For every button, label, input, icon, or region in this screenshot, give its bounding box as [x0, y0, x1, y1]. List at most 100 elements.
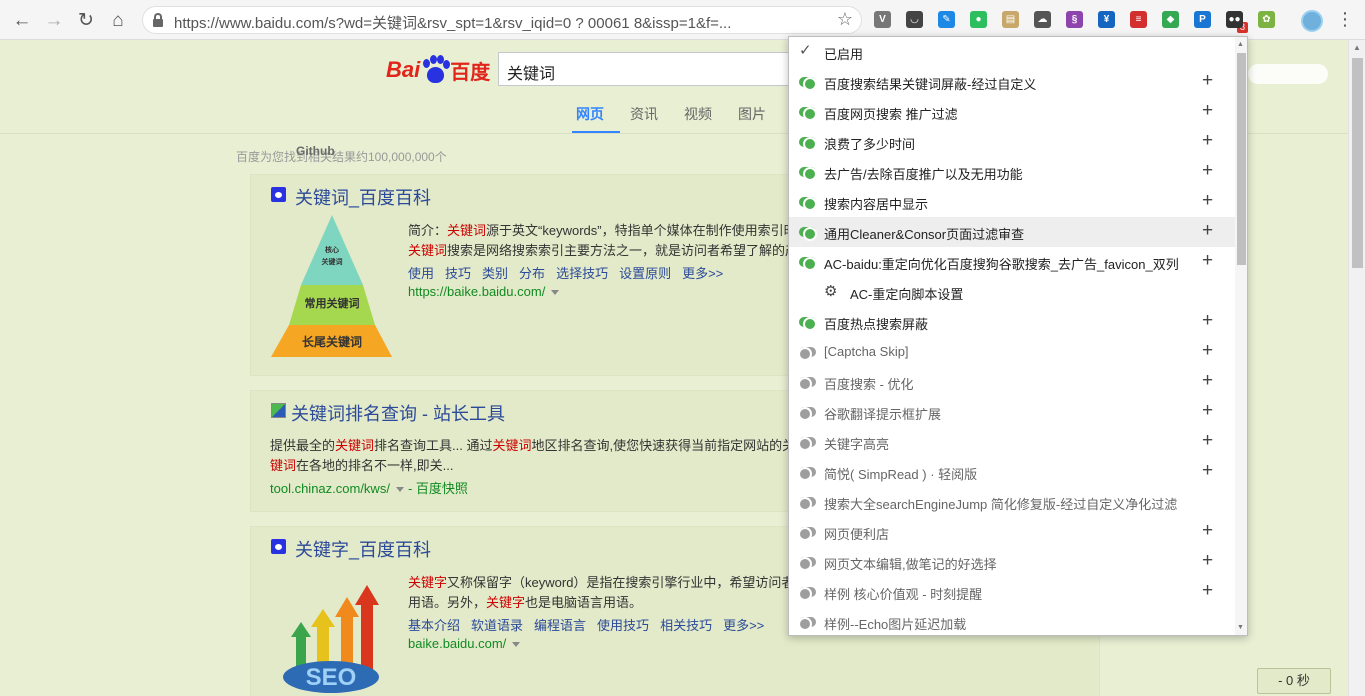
plus-icon[interactable]: + [1202, 520, 1213, 542]
menu-script-item[interactable]: 样例 核心价值观 - 时刻提醒 + [789, 577, 1235, 607]
sub-link[interactable]: 使用技巧 [597, 618, 649, 633]
toggle-off-icon[interactable] [798, 377, 816, 391]
page-scroll-thumb[interactable] [1352, 58, 1363, 268]
plus-icon[interactable]: + [1202, 460, 1213, 482]
snapshot-link[interactable]: - 百度快照 [408, 481, 468, 496]
toggle-on-icon[interactable] [799, 197, 817, 211]
forward-arrow-icon[interactable]: → [42, 8, 66, 32]
toggle-on-icon[interactable] [799, 167, 817, 181]
sub-link[interactable]: 软道语录 [471, 618, 523, 633]
menu-script-item[interactable]: [Captcha Skip] + [789, 337, 1235, 367]
puzzle-icon[interactable]: ✿ [1258, 11, 1275, 28]
sub-link[interactable]: 技巧 [445, 266, 471, 281]
plus-icon[interactable]: + [1202, 70, 1213, 92]
result-url[interactable]: https://baike.baidu.com/ [408, 284, 560, 299]
plus-icon[interactable]: + [1202, 250, 1213, 272]
plus-icon[interactable]: + [1202, 310, 1213, 332]
menu-script-item[interactable]: 谷歌翻译提示框扩展 + [789, 397, 1235, 427]
toggle-off-icon[interactable] [798, 497, 816, 511]
back-arrow-icon[interactable]: ← [10, 8, 34, 32]
menu-script-item[interactable]: 搜索大全searchEngineJump 简化修复版-经过自定义净化过滤 [789, 487, 1235, 517]
bookmark-star-icon[interactable]: ☆ [837, 9, 853, 30]
toggle-on-icon[interactable] [799, 317, 817, 331]
menu-script-item[interactable]: 去广告/去除百度推广以及无用功能 + [789, 157, 1235, 187]
reload-icon[interactable]: ↻ [74, 8, 98, 32]
toggle-off-icon[interactable] [798, 587, 816, 601]
plus-icon[interactable]: + [1202, 220, 1213, 242]
address-bar[interactable]: https://www.baidu.com/s?wd=关键词&rsv_spt=1… [142, 6, 862, 34]
toggle-off-icon[interactable] [798, 467, 816, 481]
scroll-down-arrow-icon[interactable]: ▼ [1237, 624, 1244, 631]
blue-search-icon[interactable]: P [1194, 11, 1211, 28]
scroll-up-arrow-icon[interactable]: ▲ [1353, 43, 1361, 52]
chevron-down-icon[interactable] [395, 487, 404, 493]
toggle-off-icon[interactable] [798, 437, 816, 451]
sub-link[interactable]: 类别 [482, 266, 508, 281]
plus-icon[interactable]: + [1202, 190, 1213, 212]
vue-icon[interactable]: ¥ [1098, 11, 1115, 28]
plus-icon[interactable]: + [1202, 400, 1213, 422]
sub-link[interactable]: 更多>> [723, 618, 764, 633]
toggle-on-icon[interactable] [799, 257, 817, 271]
menu-script-item[interactable]: 样例--Echo图片延迟加载 [789, 607, 1235, 635]
menu-script-item[interactable]: 百度搜索结果关键词屏蔽-经过自定义 + [789, 67, 1235, 97]
toggle-off-icon[interactable] [798, 617, 816, 631]
evernote-icon[interactable]: ● [970, 11, 987, 28]
menu-script-item[interactable]: AC-baidu:重定向优化百度搜狗谷歌搜索_去广告_favicon_双列 + [789, 247, 1235, 277]
plus-icon[interactable]: + [1202, 370, 1213, 392]
menu-script-item[interactable]: 网页便利店 + [789, 517, 1235, 547]
plus-icon[interactable]: + [1202, 430, 1213, 452]
toggle-off-icon[interactable] [798, 347, 816, 361]
menu-script-item[interactable]: 网页文本编辑,做笔记的好选择 + [789, 547, 1235, 577]
chevron-down-icon[interactable] [551, 290, 560, 296]
red-note-icon[interactable]: ≡ [1130, 11, 1147, 28]
plus-icon[interactable]: + [1202, 130, 1213, 152]
chevron-down-icon[interactable] [512, 642, 521, 648]
tampermonkey-icon[interactable]: ●● [1226, 11, 1243, 28]
plus-icon[interactable]: + [1202, 340, 1213, 362]
plus-icon[interactable]: + [1202, 160, 1213, 182]
result-title[interactable]: 关键字_百度百科 [295, 536, 431, 562]
sub-link[interactable]: 相关技巧 [660, 618, 712, 633]
edge-blue-icon[interactable]: ✎ [938, 11, 955, 28]
toggle-off-icon[interactable] [798, 527, 816, 541]
menu-sub-item[interactable]: ⚙ AC-重定向脚本设置 [789, 277, 1235, 307]
result-url[interactable]: baike.baidu.com/ [408, 636, 521, 651]
cookie-jar-icon[interactable]: ▤ [1002, 11, 1019, 28]
menu-script-item[interactable]: 浪费了多少时间 + [789, 127, 1235, 157]
toggle-off-icon[interactable] [798, 407, 816, 421]
menu-scroll-thumb[interactable] [1237, 53, 1246, 265]
cloud-icon[interactable]: ☁ [1034, 11, 1051, 28]
plus-icon[interactable]: + [1202, 580, 1213, 602]
profile-avatar-icon[interactable] [1301, 10, 1323, 32]
page-scrollbar[interactable]: ▲ [1348, 40, 1365, 696]
result-title[interactable]: 关键词排名查询 - 站长工具 [291, 400, 505, 426]
plus-icon[interactable]: + [1202, 550, 1213, 572]
sub-link[interactable]: 编程语言 [534, 618, 586, 633]
menu-script-item[interactable]: 通用Cleaner&Consor页面过滤审查 + [789, 217, 1235, 247]
pocket-icon[interactable]: ◡ [906, 11, 923, 28]
menu-script-item[interactable]: 关键字高亮 + [789, 427, 1235, 457]
toggle-on-icon[interactable] [799, 107, 817, 121]
scroll-up-arrow-icon[interactable]: ▲ [1237, 41, 1244, 48]
google-color-icon[interactable]: ◆ [1162, 11, 1179, 28]
menu-script-item[interactable]: 搜索内容居中显示 + [789, 187, 1235, 217]
toggle-off-icon[interactable] [798, 557, 816, 571]
plus-icon[interactable]: + [1202, 100, 1213, 122]
sub-link[interactable]: 使用 [408, 266, 434, 281]
result-url[interactable]: tool.chinaz.com/kws/- 百度快照 [270, 478, 468, 497]
tab-video[interactable]: 视频 [684, 104, 712, 124]
menu-script-item[interactable]: 百度热点搜索屏蔽 + [789, 307, 1235, 337]
result-title[interactable]: 关键词_百度百科 [295, 184, 431, 210]
sub-link[interactable]: 基本介绍 [408, 618, 460, 633]
sub-link[interactable]: 更多>> [682, 266, 723, 281]
menu-script-item[interactable]: 简悦( SimpRead ) · 轻阅版 + [789, 457, 1235, 487]
tab-web[interactable]: 网页 [576, 104, 604, 124]
toggle-on-icon[interactable] [799, 137, 817, 151]
tab-news[interactable]: 资讯 [630, 104, 658, 124]
sub-link[interactable]: 分布 [519, 266, 545, 281]
v-icon[interactable]: V [874, 11, 891, 28]
tab-images[interactable]: 图片 [738, 104, 766, 124]
menu-scrollbar[interactable]: ▲ ▼ [1235, 37, 1247, 635]
purple-script-icon[interactable]: § [1066, 11, 1083, 28]
